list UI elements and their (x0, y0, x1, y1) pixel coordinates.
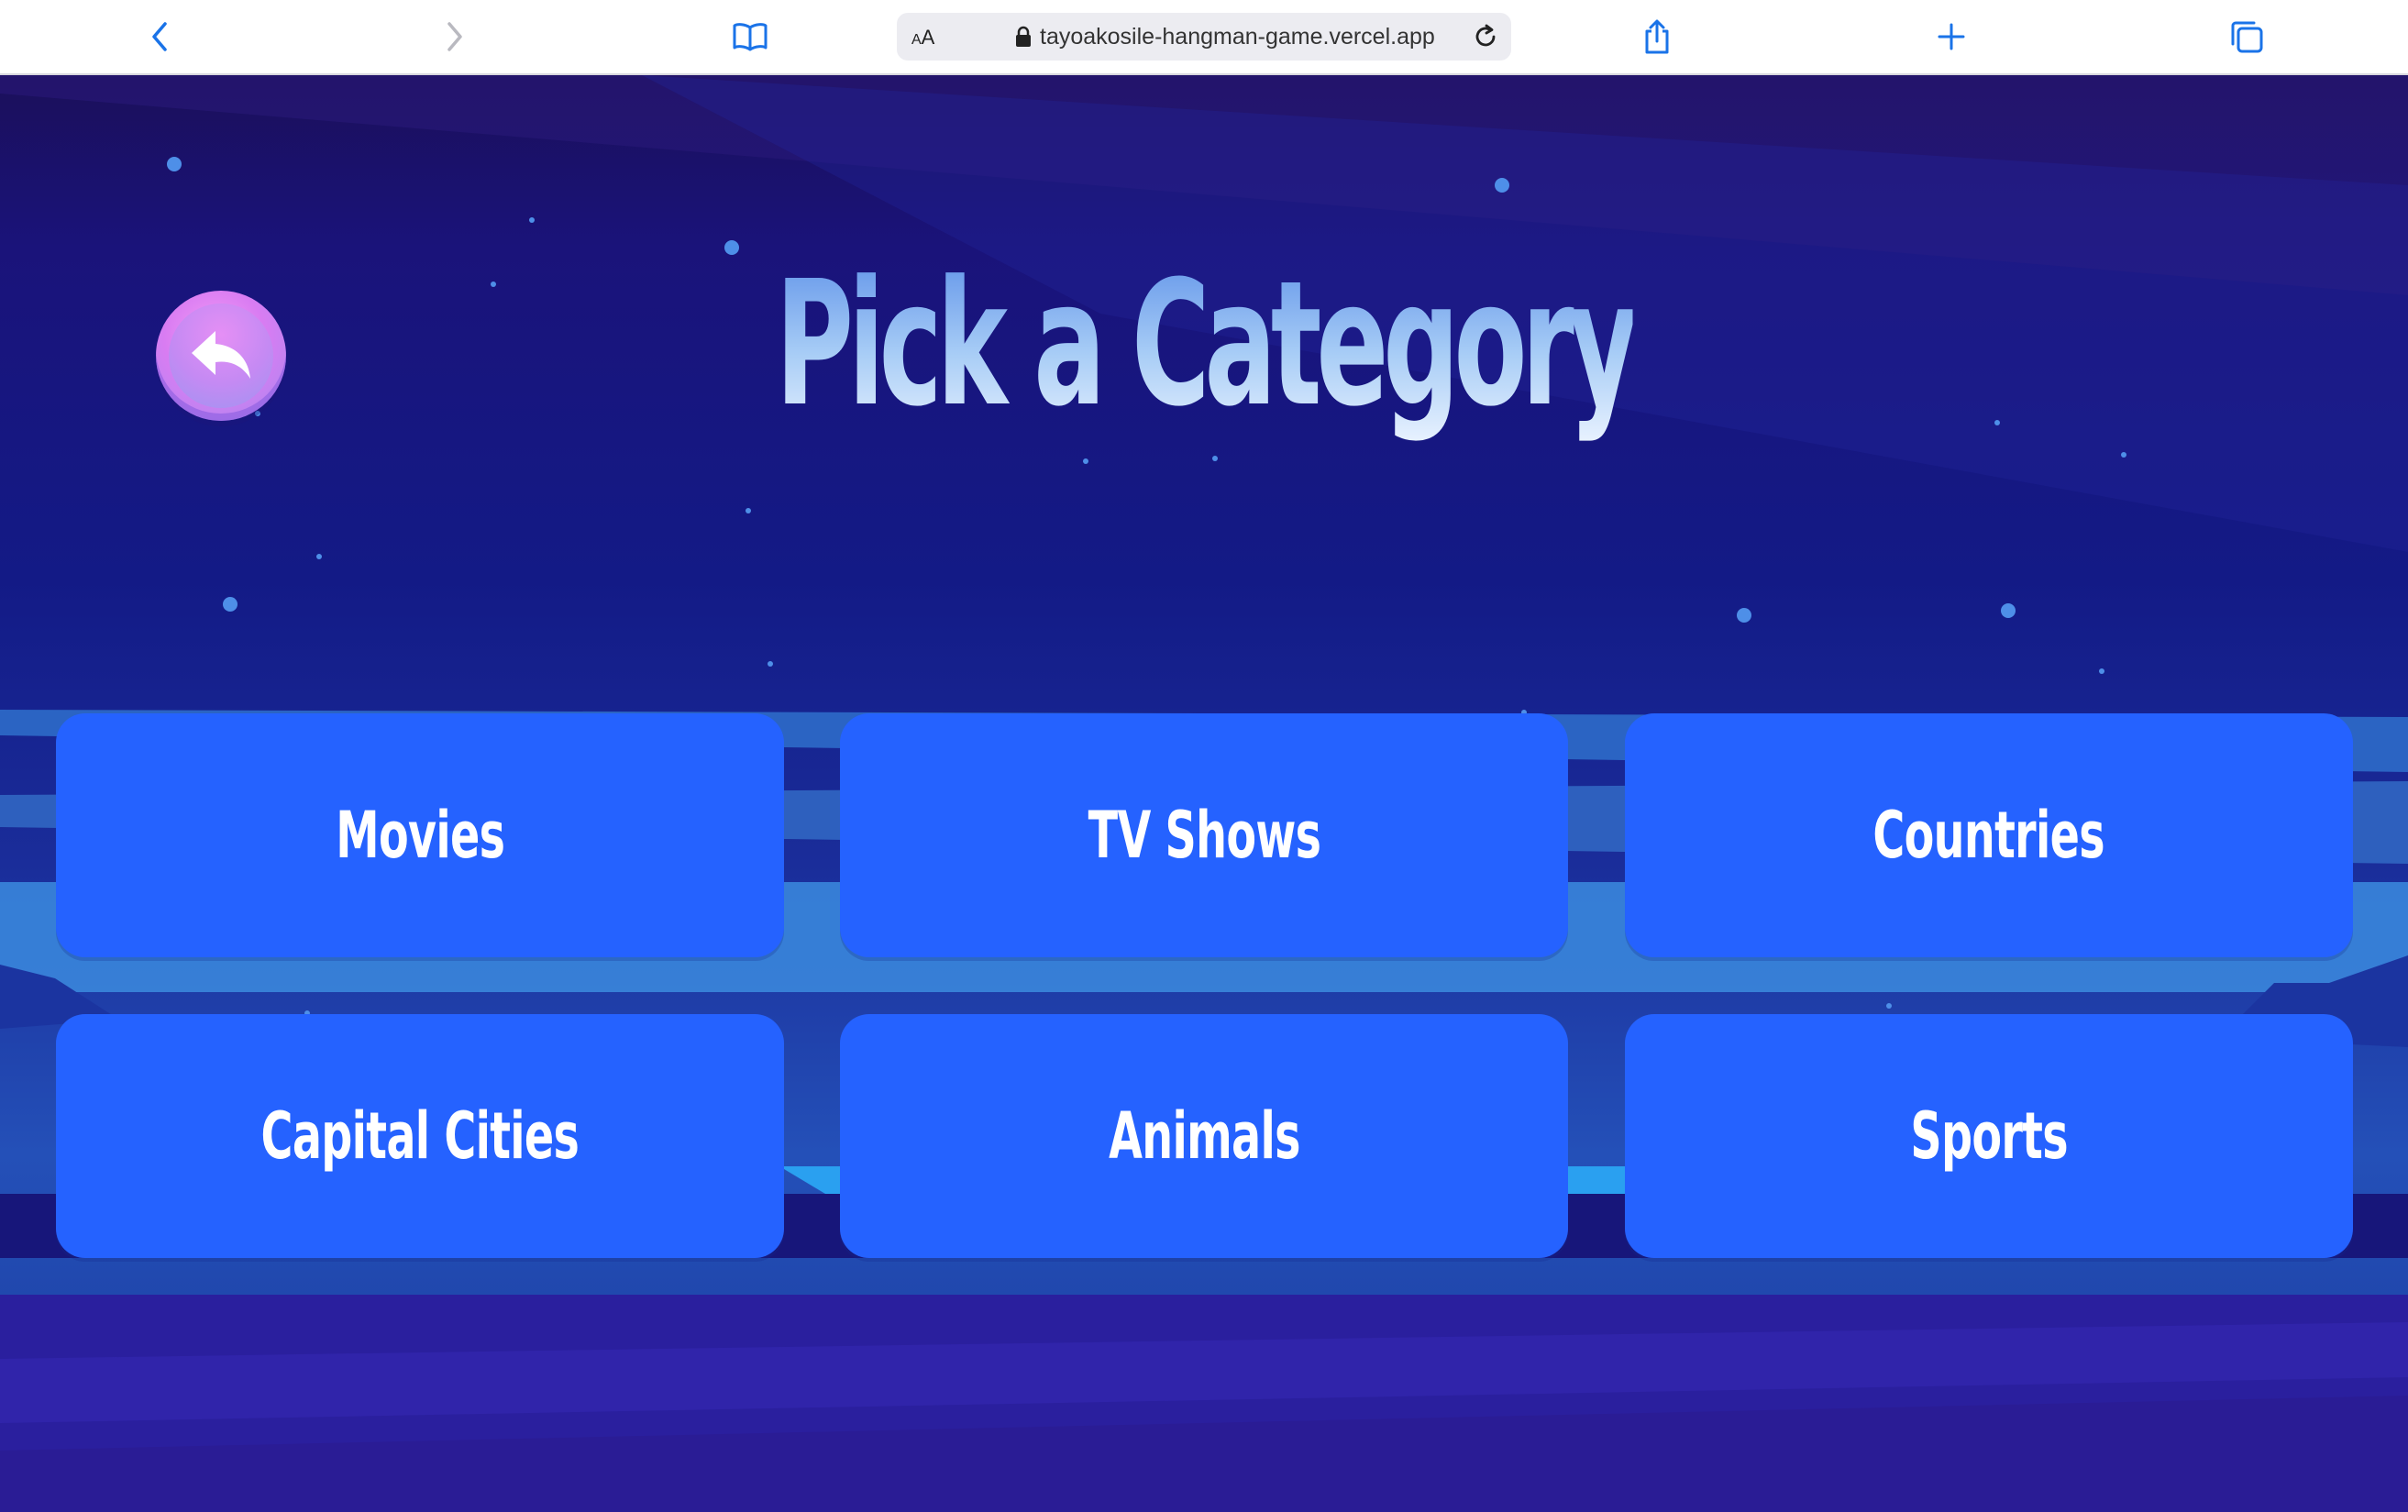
reload-icon[interactable] (1471, 22, 1500, 51)
chevron-left-icon[interactable] (130, 7, 189, 66)
category-countries-button[interactable]: Countries (1625, 713, 2353, 957)
book-icon[interactable] (721, 7, 779, 66)
undo-arrow-icon (192, 331, 250, 379)
category-label: Sports (1910, 1098, 2068, 1174)
category-sports-button[interactable]: Sports (1625, 1014, 2353, 1258)
category-label: TV Shows (1088, 798, 1320, 873)
address-bar[interactable]: AA tayoakosile-hangman-game.vercel.app (897, 13, 1511, 61)
category-label: Countries (1872, 798, 2105, 873)
category-label: Capital Cities (260, 1098, 580, 1174)
tabs-icon[interactable] (2217, 7, 2276, 66)
reader-text-size-button[interactable]: AA (911, 26, 934, 50)
chevron-right-icon[interactable] (425, 7, 484, 66)
category-label: Animals (1108, 1098, 1300, 1174)
browser-toolbar: AA tayoakosile-hangman-game.vercel.app (0, 0, 2408, 75)
plus-icon[interactable] (1922, 7, 1981, 66)
category-label: Movies (336, 798, 505, 873)
category-movies-button[interactable]: Movies (56, 713, 784, 957)
category-capital-cities-button[interactable]: Capital Cities (56, 1014, 784, 1258)
lock-icon (1016, 26, 1031, 47)
page-title: Pick a Category (775, 244, 1639, 445)
game-screen: Pick a Category Movies TV Shows Countrie… (0, 75, 2408, 1512)
category-tv-shows-button[interactable]: TV Shows (840, 713, 1568, 957)
share-icon[interactable] (1628, 7, 1686, 66)
back-button[interactable] (156, 291, 286, 421)
url-text: tayoakosile-hangman-game.vercel.app (1040, 24, 1435, 50)
category-animals-button[interactable]: Animals (840, 1014, 1568, 1258)
